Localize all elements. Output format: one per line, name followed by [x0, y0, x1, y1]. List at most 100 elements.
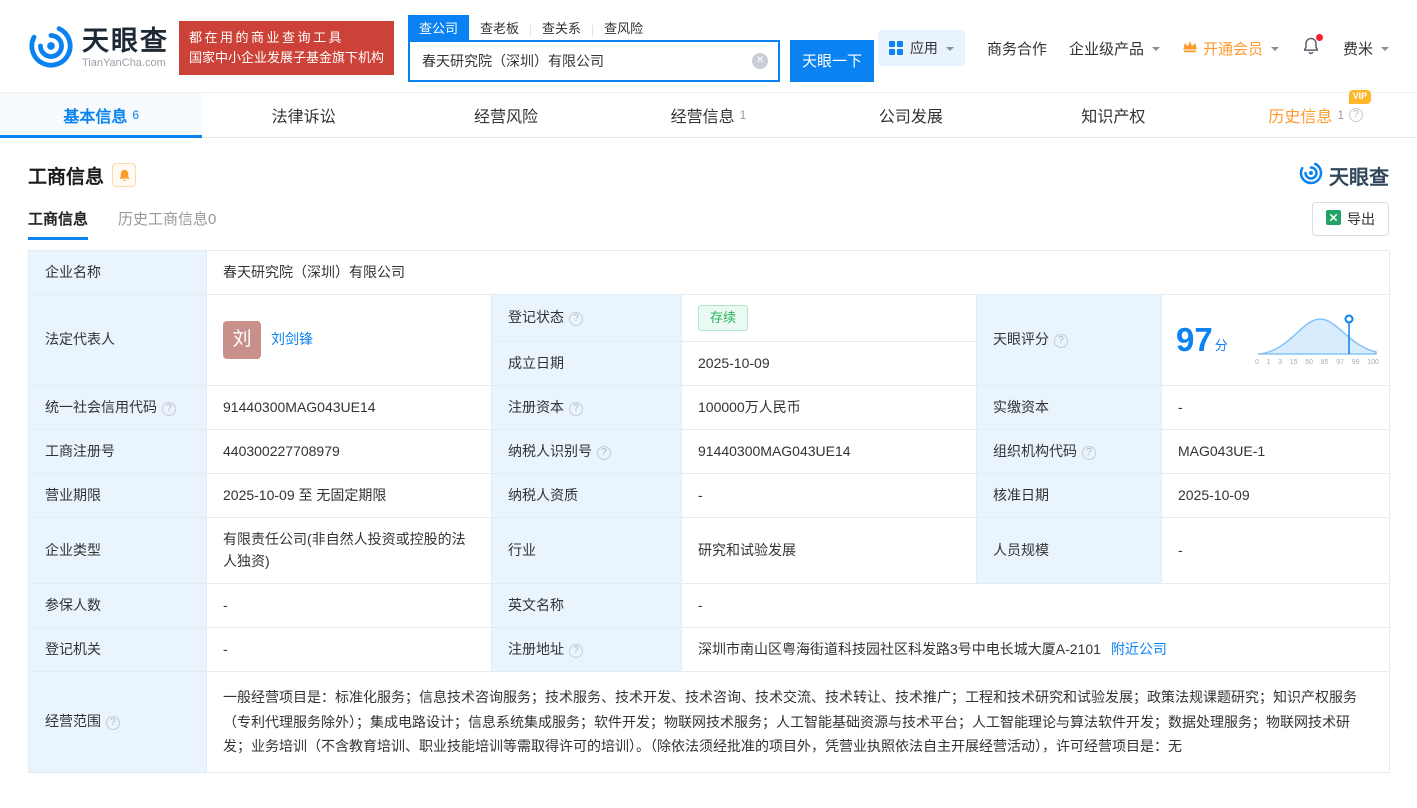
credit-code-label: 统一社会信用代码 — [28, 385, 207, 431]
search-input-box — [408, 39, 781, 82]
search-input[interactable] — [410, 41, 779, 80]
search-type-tabs: 查公司 查老板 查关系 查风险 — [408, 14, 874, 40]
tab-count: 1 — [739, 108, 747, 122]
enterprise-products-link[interactable]: 企业级产品 — [1069, 38, 1160, 59]
tab-label: 经营信息 — [670, 109, 735, 126]
tab-label: 知识产权 — [1081, 109, 1146, 126]
taxpayer-id-label: 纳税人识别号 — [491, 429, 682, 475]
search-tab-company[interactable]: 查公司 — [408, 14, 470, 40]
tab-operational-risk[interactable]: 经营风险 — [405, 93, 607, 137]
establish-date-label: 成立日期 — [491, 341, 682, 387]
tab-company-development[interactable]: 公司发展 — [810, 93, 1012, 137]
export-icon — [1326, 210, 1341, 228]
clear-search-icon[interactable] — [752, 52, 769, 69]
chevron-down-icon — [1151, 47, 1160, 55]
chevron-down-icon — [1270, 47, 1279, 55]
watermark-text: 天眼查 — [1329, 166, 1389, 189]
question-icon[interactable] — [569, 312, 583, 327]
reg-status-value: 存续 — [681, 293, 977, 343]
table-row: 营业期限 2025-10-09 至 无固定期限 纳税人资质 - 核准日期 202… — [28, 473, 1390, 519]
industry-value: 研究和试验发展 — [681, 517, 977, 585]
score-curve — [1257, 314, 1377, 355]
enterprise-label: 企业级产品 — [1068, 40, 1144, 58]
export-label: 导出 — [1347, 211, 1375, 227]
monitor-bell-button[interactable] — [112, 163, 137, 187]
apps-button[interactable]: 应用 — [877, 30, 965, 66]
company-name-label: 企业名称 — [28, 250, 207, 295]
legal-rep-link[interactable]: 刘剑锋 — [271, 329, 313, 351]
search-tab-boss[interactable]: 查老板 — [469, 15, 530, 40]
tab-label: 历史信息 — [1268, 109, 1333, 126]
slogan-line2: 国家中小企业发展子基金旗下机构 — [189, 50, 385, 65]
paid-capital-label: 实缴资本 — [976, 385, 1162, 431]
tianyancha-logo-icon — [28, 23, 74, 74]
taxpayer-quality-value: - — [681, 473, 977, 519]
question-icon[interactable] — [597, 445, 611, 460]
table-row: 企业类型 有限责任公司(非自然人投资或控股的法人独资) 行业 研究和试验发展 人… — [28, 517, 1390, 585]
address-label: 注册地址 — [491, 627, 682, 673]
question-icon[interactable] — [1349, 108, 1364, 122]
user-menu[interactable]: 费米 — [1343, 38, 1389, 59]
business-cooperation-link[interactable]: 商务合作 — [987, 38, 1047, 59]
question-icon[interactable] — [1082, 445, 1096, 460]
tab-count: 1 — [1337, 108, 1345, 122]
crown-icon — [1182, 39, 1198, 58]
address-value: 深圳市南山区粤海街道科技园社区科发路3号中电长城大厦A-2101 附近公司 — [681, 627, 1390, 673]
english-name-value: - — [681, 583, 1390, 629]
credit-code-value: 91440300MAG043UE14 — [206, 385, 492, 431]
top-header: 天眼查 TianYanCha.com 都在用的商业查询工具 国家中小企业发展子基… — [0, 0, 1417, 92]
search-tab-risk[interactable]: 查风险 — [593, 15, 654, 40]
search-tab-relation[interactable]: 查关系 — [531, 15, 592, 40]
subtab-business-registration[interactable]: 工商信息 — [28, 208, 89, 240]
slogan-banner: 都在用的商业查询工具 国家中小企业发展子基金旗下机构 — [179, 20, 395, 76]
question-icon[interactable] — [569, 401, 583, 416]
tab-history-info[interactable]: VIP 历史信息 1 — [1215, 90, 1417, 137]
staff-size-value: - — [1161, 517, 1390, 585]
section-header: 工商信息 天眼查 — [28, 160, 1389, 190]
search-button[interactable]: 天眼一下 — [790, 39, 875, 82]
tab-intellectual-property[interactable]: 知识产权 — [1012, 93, 1214, 137]
header-right: 应用 商务合作 企业级产品 开通会员 费米 — [877, 30, 1389, 66]
business-scope-label: 经营范围 — [28, 671, 207, 773]
logo-subtext: TianYanCha.com — [82, 57, 166, 70]
tab-basic-info[interactable]: 基本信息 6 — [0, 93, 203, 138]
subtab-row: 工商信息 历史工商信息0 导出 — [28, 202, 1389, 240]
bell-icon — [119, 169, 129, 181]
tab-count: 6 — [132, 108, 140, 122]
question-icon[interactable] — [1054, 334, 1068, 349]
table-row: 登记机关 - 注册地址 深圳市南山区粤海街道科技园社区科发路3号中电长城大厦A-… — [28, 627, 1390, 673]
reg-capital-value: 100000万人民币 — [681, 385, 977, 431]
search-area: 查公司 查老板 查关系 查风险 天眼一下 — [408, 14, 875, 82]
tab-legal-litigation[interactable]: 法律诉讼 — [202, 93, 404, 137]
company-nav-tabs: 基本信息 6 法律诉讼 经营风险 经营信息 1 公司发展 知识产权 VIP 历史… — [0, 90, 1417, 138]
question-icon[interactable] — [569, 643, 583, 658]
legal-rep-label: 法定代表人 — [28, 293, 207, 387]
question-icon[interactable] — [106, 716, 120, 731]
tab-label: 法律诉讼 — [271, 109, 336, 126]
vip-label: 开通会员 — [1202, 40, 1263, 58]
reg-number-value: 440300227708979 — [206, 429, 492, 475]
company-name-value: 春天研究院（深圳）有限公司 — [206, 250, 1390, 295]
english-name-label: 英文名称 — [491, 583, 682, 629]
insured-value: - — [206, 583, 492, 629]
tianyancha-logo[interactable]: 天眼查 TianYanCha.com — [28, 23, 169, 74]
subtab-history-registration[interactable]: 历史工商信息0 — [118, 208, 216, 240]
reg-authority-value: - — [206, 627, 492, 673]
apps-label: 应用 — [909, 40, 938, 56]
vip-upgrade-link[interactable]: 开通会员 — [1182, 38, 1279, 59]
chevron-down-icon — [1381, 47, 1389, 55]
section-title: 工商信息 — [28, 166, 105, 188]
status-badge: 存续 — [698, 305, 749, 332]
notifications-button[interactable] — [1301, 34, 1323, 60]
approve-date-label: 核准日期 — [976, 473, 1162, 519]
score-distribution-chart[interactable]: 0 1 3 15 50 85 97 99 100 — [1255, 312, 1379, 369]
export-button[interactable]: 导出 — [1312, 202, 1389, 236]
subtab-label: 工商信息 — [28, 211, 89, 228]
reg-authority-label: 登记机关 — [28, 627, 207, 673]
question-icon[interactable] — [162, 401, 176, 416]
tab-label: 公司发展 — [878, 109, 943, 126]
tab-business-info[interactable]: 经营信息 1 — [607, 93, 809, 137]
nearby-companies-link[interactable]: 附近公司 — [1111, 641, 1167, 657]
legal-rep-value: 刘 刘剑锋 — [206, 293, 492, 387]
logo-text: 天眼查 — [82, 25, 169, 56]
